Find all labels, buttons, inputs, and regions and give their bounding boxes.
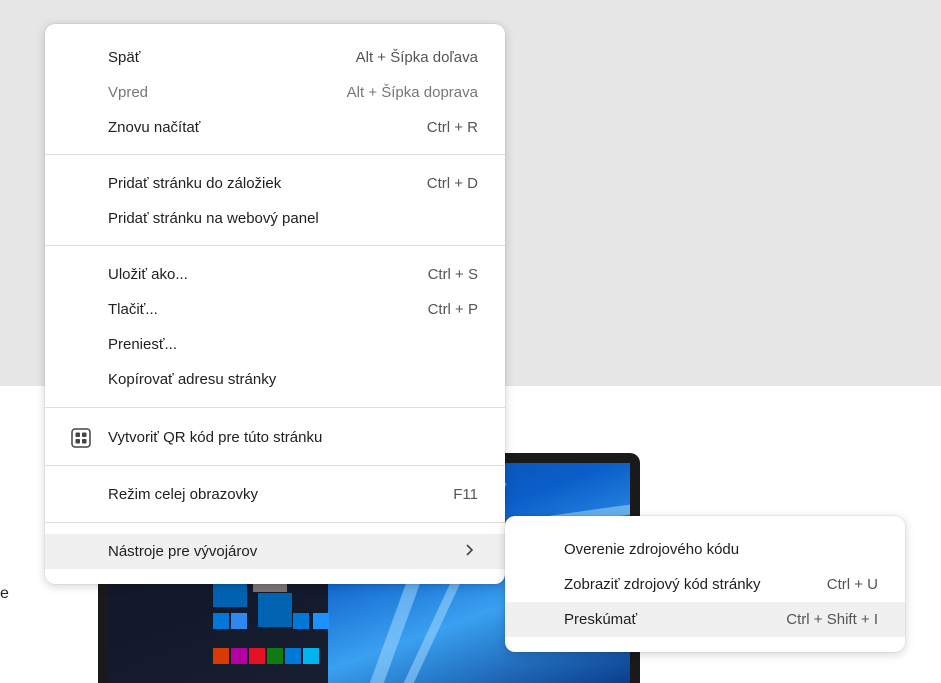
- menu-item-shortcut: Ctrl + D: [426, 175, 478, 192]
- menu-item-label: Vpred: [108, 84, 149, 101]
- menu-separator: [45, 407, 505, 408]
- menu-item-copy-address[interactable]: Kopírovať adresu stránky: [45, 362, 505, 397]
- menu-item-shortcut: Ctrl + P: [427, 301, 478, 318]
- menu-item-shortcut: Alt + Šípka doprava: [346, 84, 478, 101]
- menu-item-label: Overenie zdrojového kódu: [564, 541, 740, 558]
- menu-item-shortcut: F11: [453, 486, 478, 503]
- menu-separator: [45, 522, 505, 523]
- menu-item-label: Znovu načítať: [108, 119, 201, 136]
- submenu-item-inspect[interactable]: Preskúmať Ctrl + Shift + I: [505, 602, 905, 637]
- page-text-fragment: e: [0, 585, 9, 602]
- chevron-right-icon: [465, 543, 475, 561]
- menu-item-label: Späť: [108, 49, 141, 66]
- menu-item-shortcut: Ctrl + S: [427, 266, 478, 283]
- qr-code-icon: [71, 428, 91, 448]
- menu-item-shortcut: Ctrl + R: [426, 119, 478, 136]
- menu-separator: [45, 245, 505, 246]
- menu-item-label: Pridať stránku do záložiek: [108, 175, 282, 192]
- menu-item-label: Nástroje pre vývojárov: [108, 543, 258, 560]
- menu-item-fullscreen[interactable]: Režim celej obrazovky F11: [45, 477, 505, 512]
- menu-item-label: Kopírovať adresu stránky: [108, 371, 277, 388]
- context-menu: Späť Alt + Šípka doľava Vpred Alt + Šípk…: [45, 24, 505, 584]
- menu-item-create-qr-code[interactable]: Vytvoriť QR kód pre túto stránku: [45, 420, 505, 455]
- submenu-item-view-source[interactable]: Zobraziť zdrojový kód stránky Ctrl + U: [505, 567, 905, 602]
- menu-item-shortcut: Ctrl + Shift + I: [786, 611, 878, 628]
- menu-item-bookmark-page[interactable]: Pridať stránku do záložiek Ctrl + D: [45, 166, 505, 201]
- submenu-item-validate-source[interactable]: Overenie zdrojového kódu: [505, 532, 905, 567]
- menu-item-label: Preniesť...: [108, 336, 177, 353]
- menu-item-save-as[interactable]: Uložiť ako... Ctrl + S: [45, 257, 505, 292]
- menu-item-back[interactable]: Späť Alt + Šípka doľava: [45, 40, 505, 75]
- menu-item-label: Vytvoriť QR kód pre túto stránku: [108, 429, 323, 446]
- menu-item-cast[interactable]: Preniesť...: [45, 327, 505, 362]
- menu-item-shortcut: Alt + Šípka doľava: [355, 49, 478, 66]
- menu-item-label: Tlačiť...: [108, 301, 158, 318]
- menu-item-print[interactable]: Tlačiť... Ctrl + P: [45, 292, 505, 327]
- menu-item-label: Pridať stránku na webový panel: [108, 210, 319, 227]
- menu-item-reload[interactable]: Znovu načítať Ctrl + R: [45, 110, 505, 145]
- menu-item-shortcut: Ctrl + U: [826, 576, 878, 593]
- developer-tools-submenu: Overenie zdrojového kódu Zobraziť zdrojo…: [505, 516, 905, 652]
- menu-item-label: Zobraziť zdrojový kód stránky: [564, 576, 761, 593]
- menu-item-add-to-web-panel[interactable]: Pridať stránku na webový panel: [45, 201, 505, 236]
- menu-separator: [45, 465, 505, 466]
- menu-item-label: Preskúmať: [564, 611, 638, 628]
- menu-item-developer-tools[interactable]: Nástroje pre vývojárov: [45, 534, 505, 569]
- menu-separator: [45, 154, 505, 155]
- menu-item-forward[interactable]: Vpred Alt + Šípka doprava: [45, 75, 505, 110]
- menu-item-label: Uložiť ako...: [108, 266, 188, 283]
- menu-item-label: Režim celej obrazovky: [108, 486, 259, 503]
